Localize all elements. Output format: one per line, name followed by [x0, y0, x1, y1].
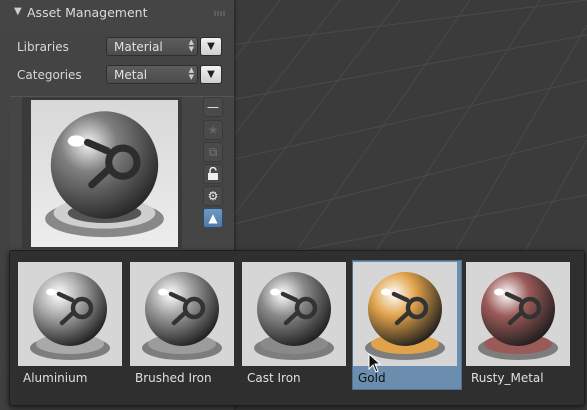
asset-tile[interactable]: Aluminium — [17, 260, 127, 390]
categories-dropdown-button[interactable]: ▼ — [200, 65, 222, 84]
mouse-cursor-icon — [368, 353, 382, 373]
selected-material-preview[interactable] — [30, 100, 179, 247]
material-thumbnail — [466, 262, 570, 366]
libraries-label: Libraries — [17, 40, 69, 54]
categories-label: Categories — [17, 68, 82, 82]
categories-select[interactable]: Metal ▲ ▼ — [106, 65, 198, 84]
asset-name: Aluminium — [23, 371, 88, 385]
asset-name: Gold — [358, 371, 386, 385]
lock-icon — [208, 166, 218, 180]
star-button[interactable]: ★ — [203, 120, 223, 140]
minus-button[interactable]: — — [203, 97, 223, 117]
asset-tile[interactable]: Rusty_Metal — [465, 260, 575, 390]
asset-tile[interactable]: Brushed Iron — [129, 260, 239, 390]
material-thumbnail — [18, 262, 122, 366]
material-thumbnail — [242, 262, 346, 366]
settings-button[interactable]: ⚙ — [203, 186, 223, 206]
material-thumbnail — [130, 262, 234, 366]
copy-button[interactable]: ⧉ — [203, 142, 223, 162]
spinner-arrows-icon: ▲ ▼ — [188, 38, 194, 53]
spinner-arrows-icon: ▲ ▼ — [188, 66, 194, 81]
categories-value: Metal — [114, 68, 148, 82]
asset-name: Cast Iron — [247, 371, 301, 385]
collapse-thumbnails-button[interactable]: ▲ — [203, 208, 223, 228]
asset-name: Rusty_Metal — [471, 371, 544, 385]
lock-button[interactable] — [203, 164, 223, 184]
drag-grip-icon[interactable] — [214, 11, 226, 16]
asset-name: Brushed Iron — [135, 371, 212, 385]
panel-header[interactable]: ▼ Asset Management — [14, 5, 226, 21]
libraries-value: Material — [114, 40, 163, 54]
collapse-triangle-icon[interactable]: ▼ — [14, 6, 22, 17]
libraries-dropdown-button[interactable]: ▼ — [200, 37, 222, 56]
asset-tile[interactable]: Cast Iron — [241, 260, 351, 390]
libraries-select[interactable]: Material ▲ ▼ — [106, 37, 198, 56]
panel-title: Asset Management — [27, 5, 148, 20]
material-thumbnail — [353, 262, 457, 366]
